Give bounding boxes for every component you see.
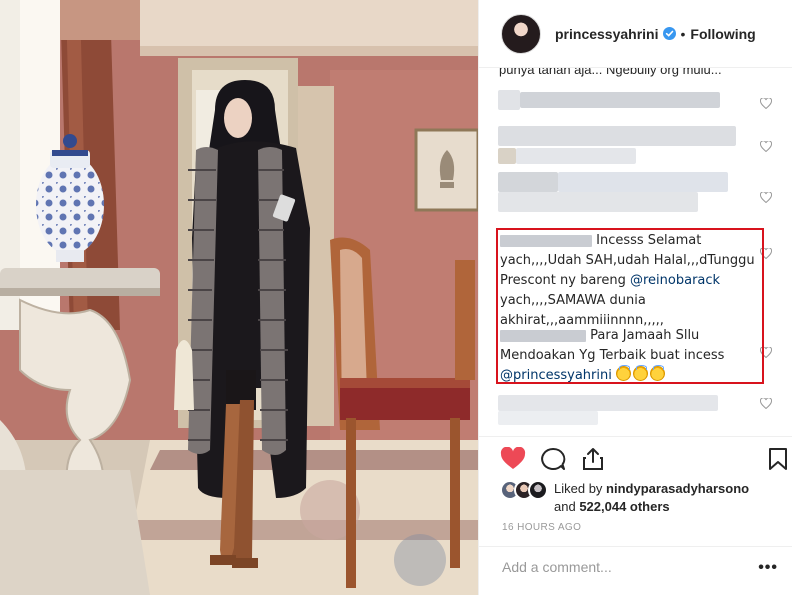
- mention-link[interactable]: @princessyahrini: [500, 368, 612, 383]
- bookmark-icon[interactable]: [768, 447, 788, 471]
- likes-count-link[interactable]: 522,044 others: [579, 499, 669, 514]
- highlighted-comment-1: Incesss Selamat yach,,,,Udah SAH,udah Ha…: [500, 231, 760, 331]
- blurred-comment-3: [498, 172, 738, 212]
- blurred-comment-1: [498, 90, 738, 120]
- post-timestamp[interactable]: 16 HOURS AGO: [502, 522, 581, 533]
- masked-username: [500, 234, 592, 247]
- add-comment-input[interactable]: [502, 559, 752, 575]
- like-comment-heart-icon[interactable]: [760, 98, 772, 109]
- photo-illustration: [0, 0, 478, 595]
- masked-username: [500, 329, 586, 342]
- comment-text-end: yach,,,,SAMAWA dunia akhirat,,,aammiiinn…: [500, 293, 664, 328]
- partial-comment-text: punya tanah aja... Ngebully org mulu...: [499, 68, 722, 77]
- action-bar: [478, 436, 792, 476]
- more-options-icon[interactable]: •••: [758, 560, 778, 576]
- like-comment-heart-icon[interactable]: [760, 192, 772, 203]
- blurred-comment-2: [498, 126, 738, 164]
- profile-avatar[interactable]: [501, 13, 541, 54]
- smiling-halo-emoji-icon: [633, 365, 648, 381]
- likes-prefix: Liked by: [554, 481, 607, 496]
- likes-summary: Liked by nindyparasadyharsono and 522,04…: [500, 480, 782, 516]
- blurred-comment-4: [498, 395, 738, 425]
- smiling-halo-emoji-icon: [616, 365, 631, 381]
- highlighted-comment-2: Para Jamaah Sllu Mendoakan Yg Terbaik bu…: [500, 326, 760, 386]
- following-button[interactable]: Following: [690, 26, 755, 42]
- header-text: princessyahrini • Following: [555, 26, 756, 42]
- header-separator: •: [680, 25, 686, 42]
- like-comment-heart-icon[interactable]: [760, 141, 772, 152]
- add-comment-bar: •••: [478, 546, 792, 595]
- username-link[interactable]: princessyahrini: [555, 26, 659, 42]
- like-heart-icon[interactable]: [500, 447, 526, 471]
- liker-avatars[interactable]: [500, 480, 550, 502]
- mention-link[interactable]: @reinobarack: [630, 273, 720, 288]
- liker-username-link[interactable]: nindyparasadyharsono: [606, 481, 749, 496]
- like-comment-heart-icon[interactable]: [760, 347, 772, 358]
- like-comment-heart-icon[interactable]: [760, 248, 772, 259]
- likes-text: Liked by nindyparasadyharsono and 522,04…: [554, 480, 749, 516]
- like-comment-heart-icon[interactable]: [760, 398, 772, 409]
- share-icon[interactable]: [580, 447, 606, 471]
- post-photo[interactable]: [0, 0, 478, 595]
- verified-badge-icon: [662, 27, 676, 40]
- likes-and: and: [554, 499, 580, 514]
- post-header: princessyahrini • Following: [479, 0, 792, 68]
- comment-bubble-icon[interactable]: [540, 447, 566, 471]
- smiling-halo-emoji-icon: [650, 365, 665, 381]
- liker-avatar: [528, 480, 548, 500]
